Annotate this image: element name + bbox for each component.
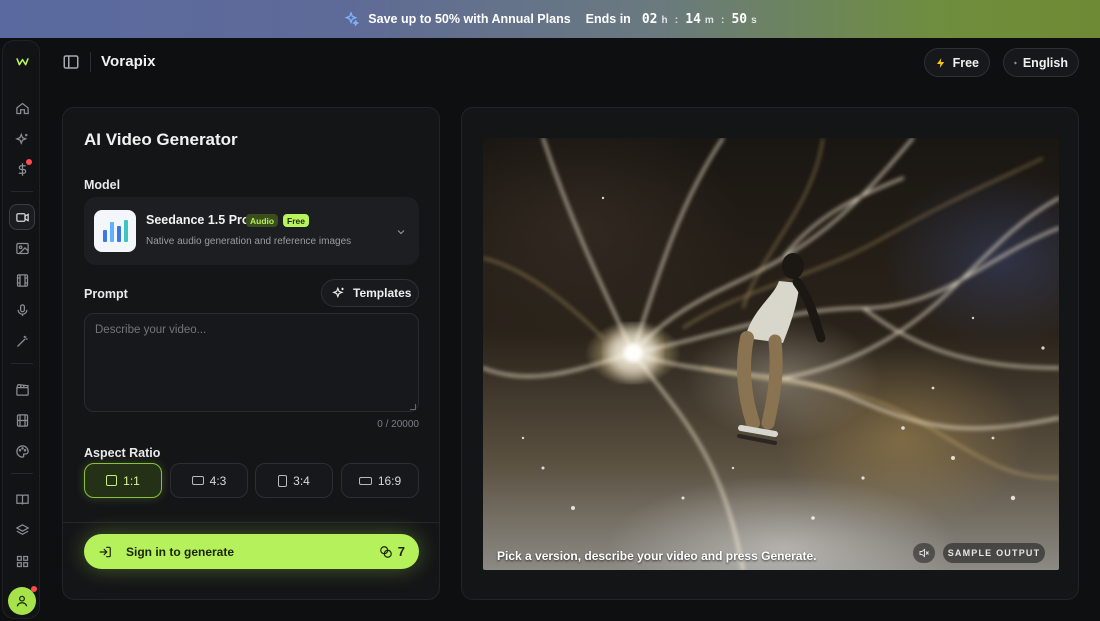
sign-in-icon xyxy=(99,546,111,557)
portrait-icon xyxy=(278,474,288,487)
notification-dot xyxy=(31,586,37,592)
magic-wand-icon[interactable] xyxy=(12,331,32,351)
header-divider xyxy=(90,52,91,72)
sample-video[interactable]: Pick a version, describe your video and … xyxy=(483,138,1059,570)
aspect-option-16-9[interactable]: 16:9 xyxy=(341,463,419,498)
templates-label: Templates xyxy=(353,286,412,300)
timer-seconds: 50 xyxy=(731,11,748,27)
notification-dot xyxy=(26,159,32,165)
countdown-timer: 02 h : 14 m : 50 s xyxy=(642,12,757,27)
skater-figure xyxy=(737,253,826,445)
grid-icon[interactable] xyxy=(12,551,32,571)
logo-icon[interactable] xyxy=(12,51,32,71)
timer-minutes-unit: m xyxy=(704,14,714,26)
rail-divider xyxy=(11,191,33,192)
promo-banner[interactable]: Save up to 50% with Annual Plans Ends in… xyxy=(0,0,1100,38)
timer-hours: 02 xyxy=(641,11,658,27)
sparkle-icon xyxy=(332,286,344,299)
aspect-option-label: 4:3 xyxy=(209,473,227,488)
timer-minutes: 14 xyxy=(685,11,701,27)
plan-button[interactable]: Free xyxy=(924,48,990,77)
aspect-ratio-label: Aspect Ratio xyxy=(84,446,161,460)
timer-separator: : xyxy=(720,13,725,26)
muted-speaker-icon xyxy=(919,548,929,558)
credits-value: 7 xyxy=(397,544,405,559)
language-button[interactable]: English xyxy=(1003,48,1079,77)
clapperboard-icon[interactable] xyxy=(12,379,32,399)
timer-hours-unit: h xyxy=(661,14,668,26)
preview-caption: Pick a version, describe your video and … xyxy=(497,549,817,563)
lightning-icon xyxy=(936,57,945,68)
palette-icon[interactable] xyxy=(12,441,32,461)
square-icon xyxy=(106,475,118,486)
page-title: AI Video Generator xyxy=(84,130,238,149)
model-select[interactable]: Seedance 1.5 Pro Audio Free Native audio… xyxy=(84,197,419,265)
video-icon[interactable] xyxy=(9,204,35,230)
resize-handle[interactable] xyxy=(410,404,416,410)
generator-panel: AI Video Generator Model Seedance 1.5 Pr… xyxy=(62,107,440,600)
book-icon[interactable] xyxy=(12,489,32,509)
free-badge: Free xyxy=(283,214,309,227)
film-icon[interactable] xyxy=(12,270,32,290)
language-label: English xyxy=(1022,55,1068,70)
film-strip-icon[interactable] xyxy=(12,410,32,430)
audio-badge: Audio xyxy=(246,214,279,227)
video-artwork xyxy=(483,138,1059,570)
rail-divider xyxy=(11,363,33,364)
promo-text: Save up to 50% with Annual Plans xyxy=(368,12,571,26)
model-name: Seedance 1.5 Pro xyxy=(146,213,250,227)
aspect-option-label: 3:4 xyxy=(293,473,310,488)
promo-ends-label: Ends in xyxy=(585,12,631,26)
aspect-option-4-3[interactable]: 4:3 xyxy=(170,463,248,498)
mute-button[interactable] xyxy=(913,543,935,563)
layers-icon[interactable] xyxy=(12,520,32,540)
cta-label: Sign in to generate xyxy=(126,544,235,559)
home-icon[interactable] xyxy=(12,98,32,118)
sidebar-rail xyxy=(2,40,40,619)
model-logo xyxy=(94,210,136,252)
char-counter: 0 / 20000 xyxy=(377,419,419,430)
aspect-option-label: 1:1 xyxy=(123,473,140,488)
prompt-input[interactable] xyxy=(84,313,419,412)
sparkle-icon[interactable] xyxy=(12,129,32,149)
templates-button[interactable]: Templates xyxy=(321,279,419,307)
model-label: Model xyxy=(84,178,121,192)
mic-icon[interactable] xyxy=(12,300,32,320)
brand-name[interactable]: Vorapix xyxy=(101,53,156,70)
coins-icon xyxy=(379,545,392,558)
sparkle-icon xyxy=(343,11,360,27)
aspect-option-3-4[interactable]: 3:4 xyxy=(255,463,333,498)
aspect-option-label: 16:9 xyxy=(377,473,402,488)
timer-separator: : xyxy=(674,13,679,26)
widescreen-icon xyxy=(358,476,372,485)
credits-count: 7 xyxy=(379,544,405,559)
preview-panel: Pick a version, describe your video and … xyxy=(461,107,1079,600)
landscape-icon xyxy=(191,476,204,485)
sign-in-generate-button[interactable]: Sign in to generate 7 xyxy=(84,534,419,569)
aspect-option-1-1[interactable]: 1:1 xyxy=(84,463,162,498)
dollar-icon[interactable] xyxy=(12,159,32,179)
globe-icon xyxy=(1014,61,1017,64)
chevron-down-icon xyxy=(395,225,407,237)
sidebar-toggle-icon[interactable] xyxy=(62,53,80,71)
prompt-label: Prompt xyxy=(84,287,128,301)
panel-divider xyxy=(63,522,439,523)
avatar[interactable] xyxy=(8,586,37,615)
sample-output-badge: SAMPLE OUTPUT xyxy=(943,543,1045,563)
model-description: Native audio generation and reference im… xyxy=(146,236,352,247)
timer-seconds-unit: s xyxy=(751,14,757,26)
rail-divider xyxy=(11,473,33,474)
user-icon xyxy=(16,595,28,607)
plan-label: Free xyxy=(952,55,979,70)
image-icon[interactable] xyxy=(12,238,32,258)
